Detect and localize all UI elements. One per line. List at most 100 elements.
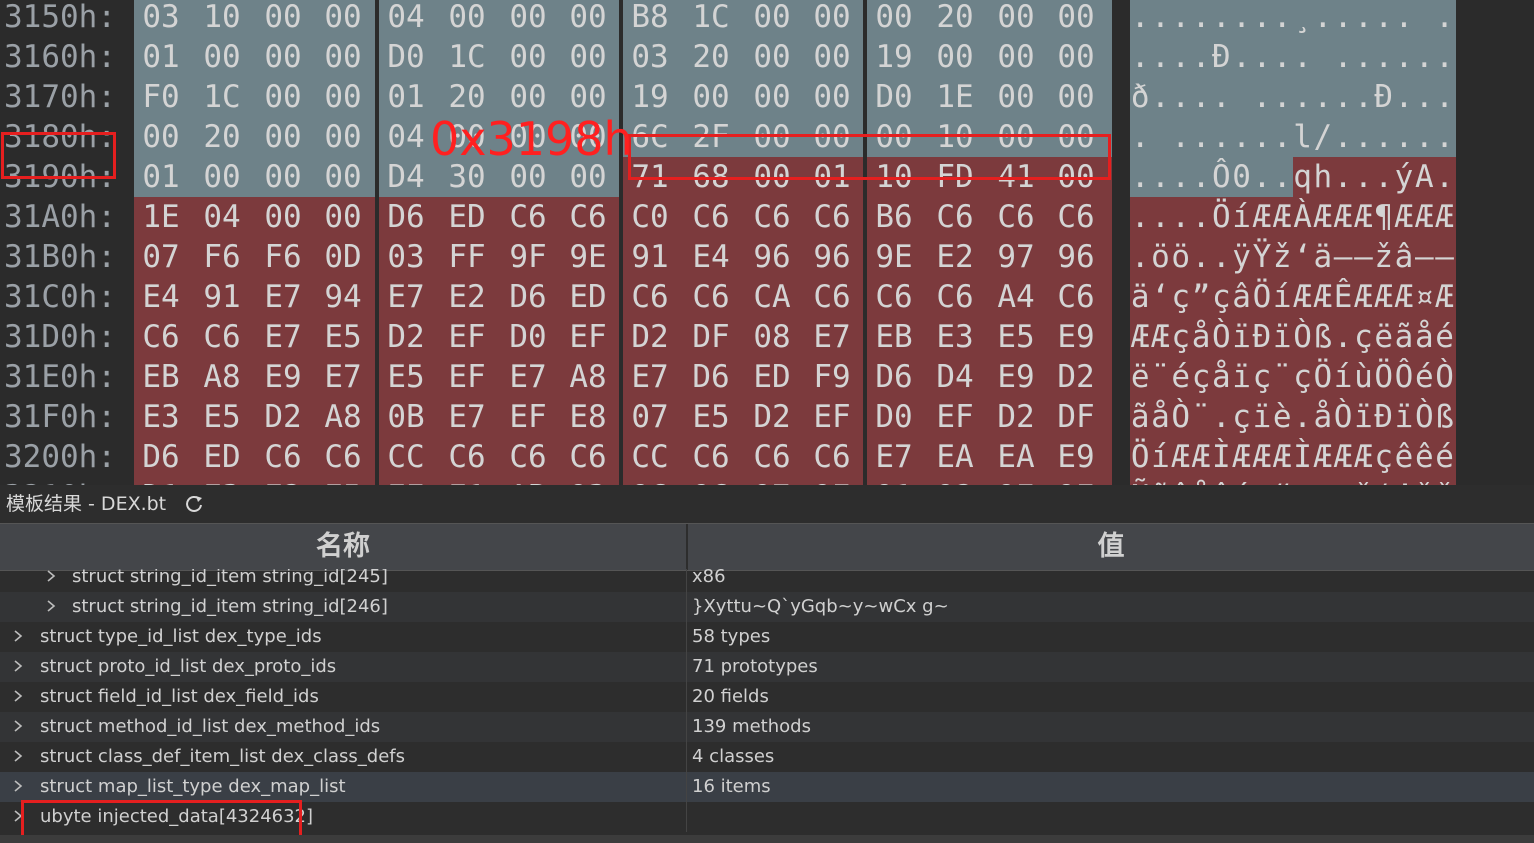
hex-byte[interactable]: 00	[499, 77, 557, 117]
hex-byte[interactable]: 00	[438, 0, 496, 37]
hex-byte[interactable]: 96	[803, 237, 861, 277]
hex-byte[interactable]: E7	[621, 357, 679, 397]
hex-byte[interactable]: ED	[743, 357, 801, 397]
hex-byte[interactable]: 00	[559, 37, 617, 77]
chevron-right-icon[interactable]	[12, 750, 24, 762]
hex-byte[interactable]: 10	[193, 0, 251, 37]
hex-byte[interactable]: EF	[926, 397, 984, 437]
hex-byte[interactable]: E2	[438, 277, 496, 317]
hex-byte[interactable]: 00	[254, 157, 312, 197]
hex-ascii-text[interactable]: ãåÒ¨.çïè.åÒïÐïÒß	[1130, 397, 1455, 437]
hex-byte[interactable]: C6	[803, 277, 861, 317]
hex-byte[interactable]: 00	[743, 0, 801, 37]
hex-byte[interactable]: C6	[865, 277, 923, 317]
hex-byte[interactable]: E5	[314, 477, 372, 485]
hex-byte[interactable]: C6	[499, 437, 557, 477]
hex-byte[interactable]: C6	[803, 437, 861, 477]
hex-byte[interactable]: EF	[438, 357, 496, 397]
hex-byte[interactable]: F0	[132, 77, 190, 117]
hex-byte[interactable]: 0D	[314, 237, 372, 277]
hex-byte[interactable]: A4	[987, 277, 1045, 317]
hex-byte[interactable]: 00	[499, 37, 557, 77]
hex-byte[interactable]: E2	[254, 477, 312, 485]
tree-row[interactable]: struct map_list_type dex_map_list 16 item…	[0, 772, 1534, 802]
hex-byte[interactable]: 04	[377, 0, 435, 37]
tree-row[interactable]: struct string_id_item string_id[245] x86	[0, 569, 1534, 592]
hex-byte[interactable]: C6	[559, 437, 617, 477]
hex-byte[interactable]: 9E	[559, 237, 617, 277]
hex-byte[interactable]: ED	[559, 277, 617, 317]
chevron-right-icon[interactable]	[12, 780, 24, 792]
hex-byte[interactable]: 00	[254, 117, 312, 157]
hex-byte[interactable]: D2	[743, 397, 801, 437]
hex-byte[interactable]: D6	[377, 197, 435, 237]
hex-byte[interactable]: C6	[1047, 197, 1105, 237]
hex-byte[interactable]: 9F	[499, 237, 557, 277]
hex-byte[interactable]: E5	[193, 397, 251, 437]
hex-byte[interactable]: E3	[132, 397, 190, 437]
tree-row[interactable]: struct type_id_list dex_type_ids 58 types	[0, 622, 1534, 652]
tree-row[interactable]: struct proto_id_list dex_proto_ids 71 pro…	[0, 652, 1534, 682]
hex-byte[interactable]: 00	[499, 0, 557, 37]
hex-byte[interactable]: C6	[1047, 277, 1105, 317]
hex-byte[interactable]: 92	[926, 477, 984, 485]
hex-byte[interactable]: E7	[377, 277, 435, 317]
hex-byte[interactable]: CA	[743, 277, 801, 317]
hex-byte[interactable]: 20	[193, 117, 251, 157]
hex-byte[interactable]: D6	[865, 357, 923, 397]
hex-byte[interactable]: C6	[254, 437, 312, 477]
hex-byte[interactable]: EF	[803, 397, 861, 437]
hex-byte[interactable]: E9	[1047, 317, 1105, 357]
hex-editor-view[interactable]: 3150h: 03 10 00 00 04 00 00 00 B8 1C 00 00 00 20 00 00..…	[0, 0, 1534, 485]
hex-byte[interactable]: B8	[621, 0, 679, 37]
hex-byte[interactable]: 00	[1047, 77, 1105, 117]
hex-byte[interactable]: E7	[499, 357, 557, 397]
hex-byte[interactable]: D4	[377, 157, 435, 197]
hex-byte[interactable]: C6	[926, 277, 984, 317]
hex-ascii-text[interactable]: . ......l/......	[1130, 117, 1455, 157]
hex-byte[interactable]: 94	[314, 277, 372, 317]
hex-byte[interactable]: 00	[254, 37, 312, 77]
hex-ascii-text[interactable]: ÖíÆÆÌÆÆÆÌÆÆÆçêêé	[1130, 437, 1455, 477]
hex-byte[interactable]: E1	[438, 477, 496, 485]
column-header-name[interactable]: 名称	[0, 524, 686, 570]
hex-byte[interactable]: 00	[132, 117, 190, 157]
horizontal-scrollbar[interactable]	[0, 835, 1534, 843]
chevron-right-icon[interactable]	[12, 660, 24, 672]
hex-byte[interactable]: FF	[438, 237, 496, 277]
hex-byte[interactable]: E7	[438, 397, 496, 437]
hex-byte[interactable]: 00	[987, 77, 1045, 117]
hex-byte[interactable]: C6	[926, 197, 984, 237]
hex-byte[interactable]: C6	[987, 197, 1045, 237]
hex-byte[interactable]: D2	[621, 317, 679, 357]
hex-byte[interactable]: 00	[865, 0, 923, 37]
hex-byte[interactable]: 91	[193, 277, 251, 317]
hex-byte[interactable]: 00	[559, 0, 617, 37]
hex-byte[interactable]: 00	[1047, 37, 1105, 77]
hex-byte[interactable]: 00	[987, 0, 1045, 37]
hex-byte[interactable]: AB	[499, 477, 557, 485]
hex-ascii-text[interactable]: ë¨éçåïç¨çÖíùÖÔéÒ	[1130, 357, 1455, 397]
hex-byte[interactable]: D0	[865, 77, 923, 117]
tree-row[interactable]: struct method_id_list dex_method_ids 139 …	[0, 712, 1534, 742]
hex-byte[interactable]: 1C	[438, 37, 496, 77]
hex-byte[interactable]: 00	[193, 157, 251, 197]
hex-byte[interactable]: C6	[743, 437, 801, 477]
hex-byte[interactable]: E9	[254, 357, 312, 397]
hex-byte[interactable]: 97	[743, 477, 801, 485]
hex-byte[interactable]: E7	[803, 317, 861, 357]
hex-byte[interactable]: F6	[254, 237, 312, 277]
hex-byte[interactable]: 9E	[1047, 477, 1105, 485]
hex-ascii-text[interactable]: ð.... ......Ð...	[1130, 77, 1455, 117]
hex-byte[interactable]: C6	[803, 197, 861, 237]
hex-byte[interactable]: A8	[193, 357, 251, 397]
hex-ascii-text[interactable]: ÆÆçåÒïÐïÒß.çëãåé	[1130, 317, 1455, 357]
hex-byte[interactable]: 07	[621, 397, 679, 437]
hex-byte[interactable]: 19	[621, 77, 679, 117]
hex-byte[interactable]: 00	[314, 77, 372, 117]
hex-byte[interactable]: 20	[682, 37, 740, 77]
hex-byte[interactable]: 00	[254, 197, 312, 237]
hex-byte[interactable]: 00	[803, 77, 861, 117]
hex-byte[interactable]: 04	[193, 197, 251, 237]
hex-byte[interactable]: 91	[621, 237, 679, 277]
